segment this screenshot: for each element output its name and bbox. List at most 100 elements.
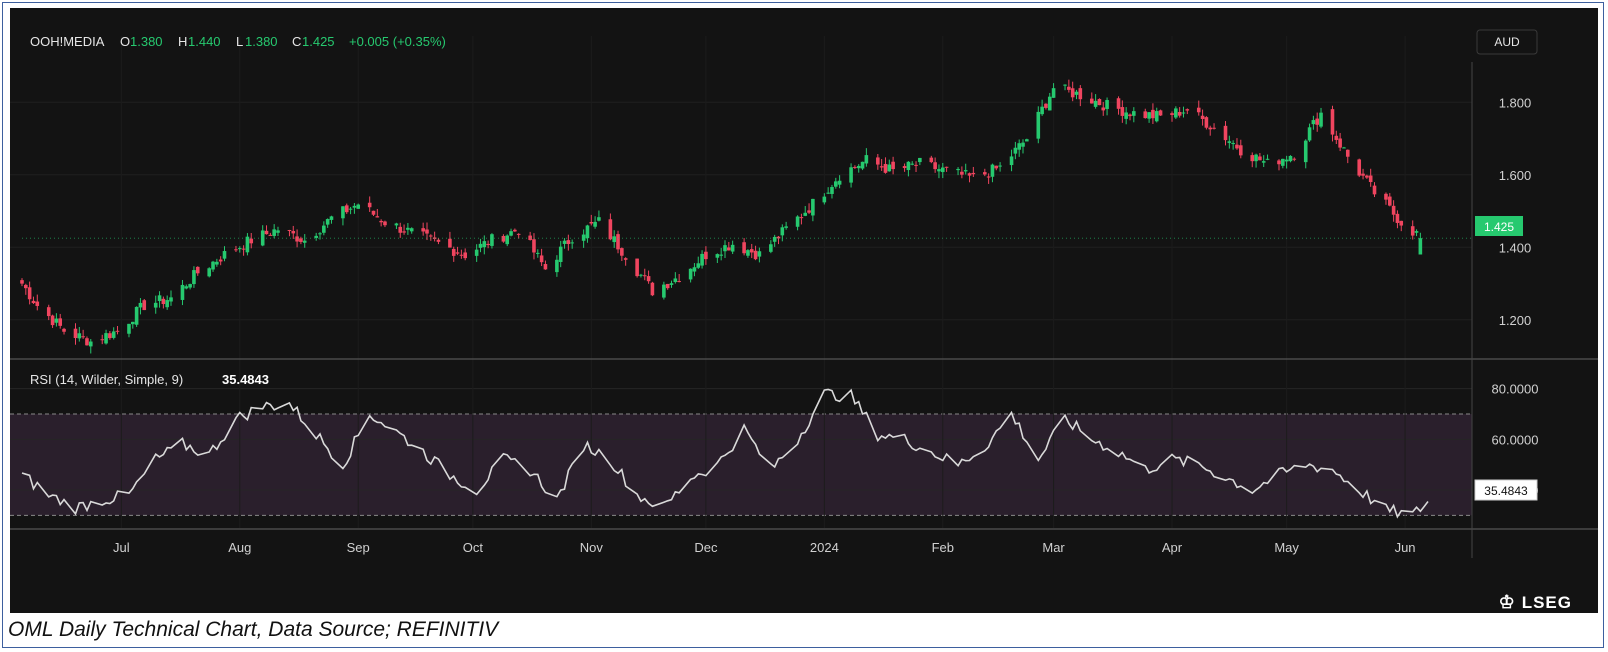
candle-body	[543, 264, 548, 270]
candle-body	[27, 287, 32, 300]
candle-body	[1368, 175, 1373, 183]
candle-body	[1013, 147, 1018, 154]
candle-body	[1342, 147, 1346, 149]
price-pane	[20, 79, 1472, 354]
candle-body	[1223, 125, 1228, 141]
candle-body	[532, 239, 536, 253]
candle-body	[35, 301, 40, 306]
candle-body	[379, 220, 383, 223]
time-tick-label: Dec	[694, 540, 718, 555]
candle-body	[1128, 114, 1132, 117]
candle-body	[807, 210, 811, 213]
candle-body	[535, 252, 540, 254]
candle-body	[1158, 110, 1163, 116]
candle-body	[1315, 118, 1320, 125]
candle-body	[505, 235, 510, 245]
candle-body	[906, 161, 911, 171]
candle-body	[856, 165, 861, 169]
chart-svg: 1.2001.4001.6001.80040.000060.000080.000…	[10, 29, 1598, 558]
candle-body	[325, 219, 330, 225]
candle-body	[673, 278, 678, 283]
candle-body	[402, 231, 406, 233]
candle-body	[1399, 220, 1404, 226]
time-tick-label: Oct	[463, 540, 484, 555]
candle-body	[429, 235, 433, 237]
candle-body	[302, 240, 307, 243]
candle-body	[88, 341, 93, 347]
candle-body	[799, 217, 804, 219]
candle-body	[383, 221, 387, 226]
candle-body	[555, 259, 559, 273]
candle-body	[1101, 107, 1106, 111]
candle-body	[1319, 112, 1323, 127]
candle-body	[352, 205, 357, 208]
candle-body	[463, 252, 467, 259]
candle-body	[769, 244, 773, 252]
high-label: H	[178, 34, 187, 49]
candle-body	[1025, 139, 1029, 142]
candle-body	[665, 283, 670, 289]
candle-body	[772, 236, 777, 242]
candle-body	[688, 268, 693, 280]
low-label: L	[236, 34, 243, 49]
candle-body	[639, 274, 643, 276]
candle-body	[795, 216, 800, 227]
candle-body	[830, 187, 834, 194]
candle-body	[971, 172, 976, 175]
open-label: O	[120, 34, 130, 49]
candle-body	[62, 328, 66, 332]
candle-body	[1151, 109, 1155, 119]
candle-body	[375, 216, 380, 218]
candle-body	[715, 254, 720, 258]
price-tick-label: 1.800	[1499, 95, 1532, 110]
candle-body	[1250, 155, 1255, 162]
candle-body	[616, 234, 620, 250]
candle-body	[138, 302, 143, 308]
candle-body	[241, 248, 246, 250]
low-value: 1.380	[245, 34, 278, 49]
candle-body	[780, 227, 785, 236]
candle-body	[612, 236, 617, 243]
candle-body	[1261, 161, 1266, 163]
time-tick-label: Apr	[1162, 540, 1183, 555]
candle-body	[459, 254, 464, 256]
candle-body	[184, 286, 189, 289]
candle-body	[749, 249, 754, 253]
candle-body	[1288, 155, 1293, 162]
candle-body	[746, 250, 750, 256]
candle-body	[211, 261, 215, 270]
candle-body	[115, 330, 120, 332]
candle-body	[1097, 99, 1102, 106]
candle-body	[1051, 88, 1056, 98]
candle-body	[207, 268, 212, 277]
candle-body	[944, 166, 949, 168]
candle-body	[876, 157, 880, 165]
candle-body	[490, 234, 494, 246]
candle-body	[986, 176, 991, 178]
candle-body	[1418, 238, 1423, 255]
candle-body	[1414, 231, 1419, 233]
candle-body	[1067, 86, 1071, 90]
candle-body	[318, 233, 322, 235]
candle-body	[608, 219, 613, 240]
rsi-tick-label: 60.0000	[1492, 432, 1539, 447]
candle-body	[50, 315, 55, 326]
close-value: 1.425	[302, 34, 335, 49]
candle-body	[245, 236, 250, 253]
candle-body	[46, 307, 51, 317]
candle-body	[291, 231, 296, 234]
candle-body	[719, 254, 723, 256]
candle-body	[486, 243, 490, 246]
candle-body	[822, 196, 827, 203]
candle-body	[1009, 156, 1014, 166]
candle-body	[994, 165, 999, 169]
candle-body	[1361, 173, 1365, 176]
candle-body	[218, 259, 223, 262]
chart-panel: 1.2001.4001.6001.80040.000060.000080.000…	[10, 8, 1598, 613]
candle-body	[130, 321, 135, 325]
candle-body	[677, 281, 681, 283]
candle-body	[237, 248, 242, 250]
candle-body	[348, 208, 353, 210]
candle-body	[264, 230, 269, 235]
candle-body	[509, 231, 513, 236]
